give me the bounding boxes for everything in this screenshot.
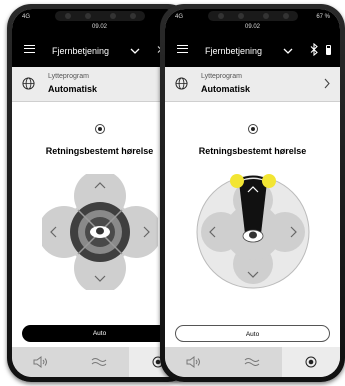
auto-button[interactable]: Auto bbox=[22, 325, 177, 342]
tab-volume[interactable] bbox=[12, 347, 70, 377]
chevron-down-icon[interactable] bbox=[130, 48, 140, 54]
target-mode-icon bbox=[305, 356, 317, 368]
tab-volume[interactable] bbox=[165, 347, 223, 377]
auto-button[interactable]: Auto bbox=[175, 325, 330, 342]
beam-handle-right bbox=[261, 174, 276, 188]
directional-mode-icon bbox=[247, 124, 258, 134]
phone-right: 4G 67 % 09.02 Fjernbetjening Lytteprogra… bbox=[160, 4, 345, 382]
chevron-right-icon[interactable] bbox=[324, 78, 330, 89]
signal-indicator: 4G bbox=[175, 14, 184, 20]
direction-dial[interactable] bbox=[195, 174, 311, 290]
chevron-down-icon[interactable] bbox=[283, 48, 293, 54]
menu-icon[interactable] bbox=[24, 45, 35, 53]
beam-handle-left bbox=[229, 174, 244, 188]
bluetooth-icon bbox=[310, 43, 318, 56]
direction-dial[interactable] bbox=[41, 174, 158, 290]
camera-notch bbox=[207, 11, 298, 21]
program-value: Automatisk bbox=[201, 84, 251, 94]
screen-right: 4G 67 % 09.02 Fjernbetjening Lytteprogra… bbox=[165, 9, 340, 377]
nav-title[interactable]: Fjernbetjening bbox=[52, 46, 109, 56]
tab-noise[interactable] bbox=[223, 347, 281, 377]
speaker-volume-icon bbox=[33, 356, 48, 368]
program-label: Lytteprogram bbox=[48, 73, 89, 80]
globe-icon bbox=[175, 77, 188, 90]
listening-program-row[interactable]: Lytteprogram Automatisk bbox=[165, 67, 340, 102]
tab-noise[interactable] bbox=[70, 347, 128, 377]
speaker-volume-icon bbox=[186, 356, 201, 368]
top-bar: 4G 67 % 09.02 Fjernbetjening bbox=[165, 9, 340, 67]
camera-notch bbox=[54, 11, 145, 21]
directional-mode-icon bbox=[94, 124, 105, 134]
menu-icon[interactable] bbox=[177, 45, 188, 53]
program-value: Automatisk bbox=[48, 84, 98, 94]
clock: 09.02 bbox=[244, 24, 260, 30]
globe-icon bbox=[22, 77, 35, 90]
section-title: Retningsbestemt hørelse bbox=[198, 146, 307, 156]
noise-wave-icon bbox=[245, 358, 260, 366]
program-label: Lytteprogram bbox=[201, 73, 242, 80]
battery-percent: 67 % bbox=[316, 14, 330, 20]
tab-bar bbox=[165, 347, 340, 377]
tab-directional[interactable] bbox=[281, 347, 340, 377]
noise-wave-icon bbox=[92, 358, 107, 366]
battery-icon bbox=[326, 45, 331, 55]
nav-title[interactable]: Fjernbetjening bbox=[205, 46, 262, 56]
signal-indicator: 4G bbox=[22, 14, 31, 20]
nav-bar: Fjernbetjening bbox=[165, 35, 340, 65]
